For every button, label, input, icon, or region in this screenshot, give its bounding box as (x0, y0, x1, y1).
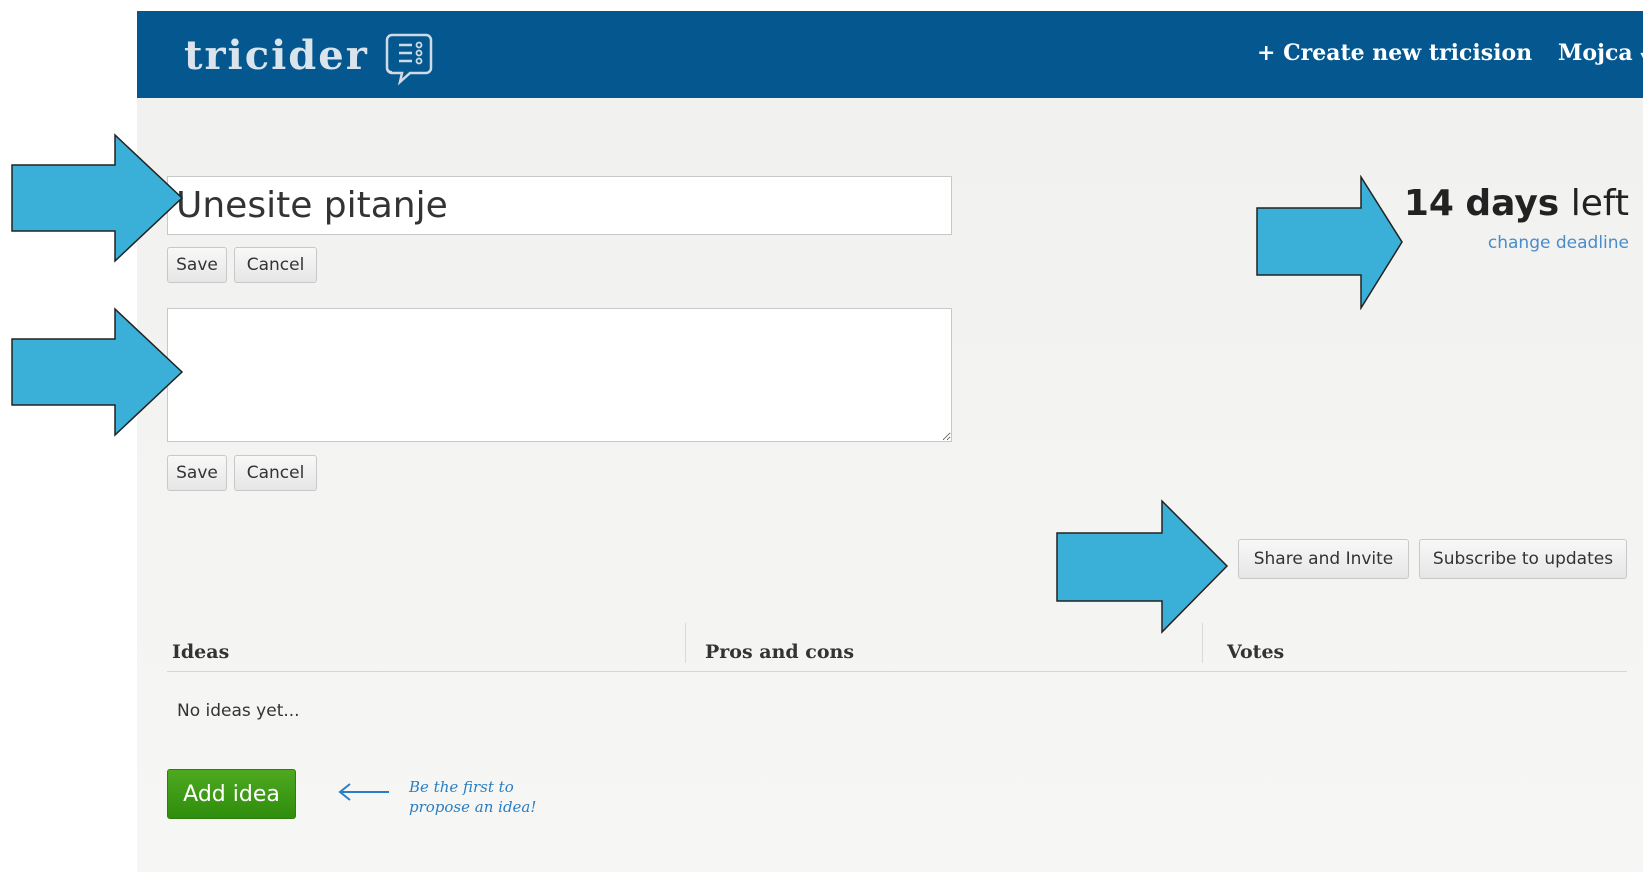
callout-arrow-icon (1256, 175, 1403, 310)
tricider-app: tricider + Create new tricision Mojca ▾ … (137, 11, 1643, 872)
save-description-button[interactable]: Save (167, 455, 227, 491)
user-name: Mojca (1558, 40, 1633, 66)
subscribe-to-updates-button[interactable]: Subscribe to updates (1419, 539, 1627, 579)
column-header-pros-and-cons: Pros and cons (705, 641, 855, 663)
hint-line-2: propose an idea! (409, 798, 537, 816)
empty-ideas-message: No ideas yet... (177, 701, 300, 721)
change-deadline-link[interactable]: change deadline (1488, 233, 1629, 253)
deadline-number: 14 (1403, 183, 1454, 224)
cancel-description-button[interactable]: Cancel (234, 455, 317, 491)
user-menu[interactable]: Mojca ▾ (1558, 40, 1643, 66)
share-and-invite-button[interactable]: Share and Invite (1238, 539, 1409, 579)
column-header-ideas: Ideas (172, 641, 230, 663)
callout-arrow-icon (1056, 499, 1229, 634)
hint-line-1: Be the first to (409, 778, 514, 796)
table-header-divider (167, 671, 1627, 672)
arrow-left-icon (338, 783, 389, 801)
chat-list-icon (385, 33, 433, 86)
description-textarea[interactable] (167, 308, 952, 442)
deadline-suffix: left (1570, 183, 1629, 224)
column-divider (685, 623, 686, 663)
create-new-tricision-link[interactable]: + Create new tricision (1257, 40, 1532, 66)
add-idea-hint: Be the first to propose an idea! (409, 777, 536, 817)
cancel-question-button[interactable]: Cancel (234, 247, 317, 283)
add-idea-button[interactable]: Add idea (167, 769, 296, 819)
logo-text[interactable]: tricider (184, 31, 369, 81)
deadline-unit: days (1465, 183, 1560, 224)
question-input[interactable] (167, 176, 952, 235)
top-navigation-bar: tricider + Create new tricision Mojca ▾ (137, 11, 1643, 98)
deadline-display: 14 days left (1404, 183, 1629, 224)
column-header-votes: Votes (1227, 641, 1285, 663)
callout-arrow-icon (11, 307, 184, 437)
callout-arrow-icon (11, 133, 184, 263)
